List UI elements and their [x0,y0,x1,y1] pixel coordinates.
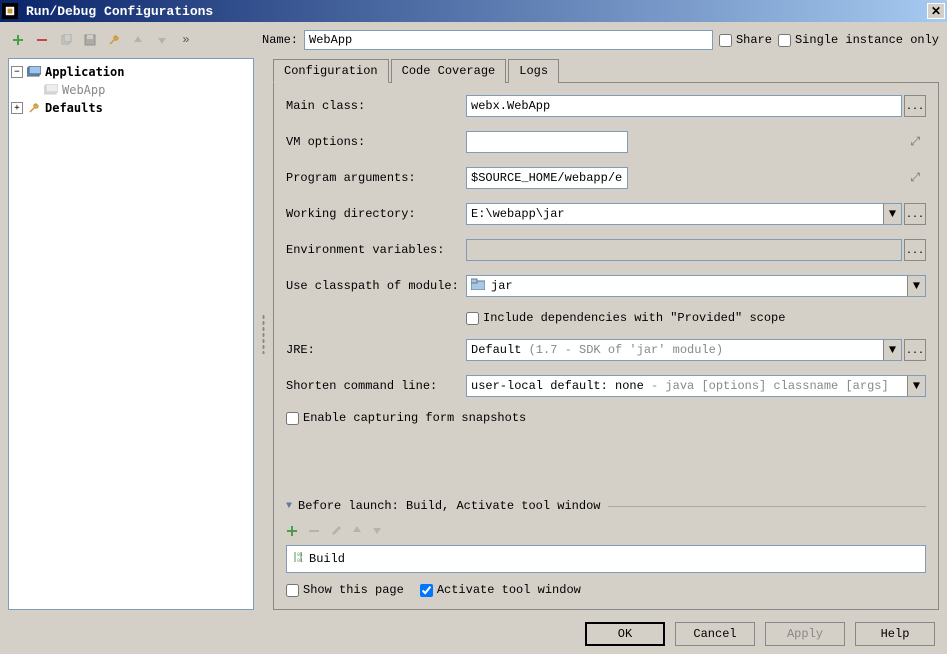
shorten-label: Shorten command line: [286,379,466,393]
ok-button[interactable]: OK [585,622,665,646]
tree-node-application[interactable]: − Application [11,63,251,81]
env-vars-label: Environment variables: [286,243,466,257]
main-class-input[interactable] [466,95,902,117]
expand-icon[interactable]: ⤢ [910,135,920,149]
svg-text:01: 01 [297,558,303,564]
program-args-input[interactable] [466,167,628,189]
help-button[interactable]: Help [855,622,935,646]
window-title: Run/Debug Configurations [24,4,927,19]
vm-options-label: VM options: [286,135,466,149]
tab-logs[interactable]: Logs [508,59,559,83]
edit-task-button[interactable] [330,525,342,541]
app-icon [2,3,18,19]
name-input[interactable] [304,30,713,50]
tabs: Configuration Code Coverage Logs [273,58,939,83]
list-item[interactable]: 0101 Build [291,550,921,568]
working-dir-input[interactable]: E:\webapp\jar▼ [466,203,902,225]
titlebar: Run/Debug Configurations ✕ [0,0,947,22]
before-launch-toolbar [286,521,926,545]
expand-icon[interactable]: + [11,102,23,114]
collapse-arrow-icon[interactable]: ▼ [286,501,292,512]
browse-button[interactable]: ... [904,203,926,225]
add-config-button[interactable] [8,30,28,50]
move-down-button[interactable] [152,30,172,50]
more-button[interactable]: » [176,30,196,50]
main-class-label: Main class: [286,99,466,113]
apply-button[interactable]: Apply [765,622,845,646]
browse-button[interactable]: ... [904,239,926,261]
include-deps-checkbox[interactable]: Include dependencies with "Provided" sco… [466,311,785,325]
application-icon [43,82,59,98]
build-icon: 0101 [291,550,305,568]
tree-node-defaults[interactable]: + Defaults [11,99,251,117]
tree-node-webapp[interactable]: WebApp [11,81,251,99]
activate-window-checkbox[interactable]: Activate tool window [420,583,581,597]
classpath-label: Use classpath of module: [286,279,466,293]
application-icon [26,64,42,80]
wrench-icon [26,100,42,116]
share-checkbox[interactable]: Share [719,33,772,47]
single-instance-checkbox[interactable]: Single instance only [778,33,939,47]
copy-config-button[interactable] [56,30,76,50]
config-toolbar: » [8,30,258,50]
tree-label: WebApp [62,83,105,97]
chevron-down-icon[interactable]: ▼ [883,340,901,360]
move-up-button[interactable] [352,525,362,541]
collapse-icon[interactable]: − [11,66,23,78]
tree-label: Application [45,65,124,79]
save-config-button[interactable] [80,30,100,50]
wrench-button[interactable] [104,30,124,50]
jre-combo[interactable]: Default (1.7 - SDK of 'jar' module)▼ [466,339,902,361]
tab-code-coverage[interactable]: Code Coverage [391,59,507,83]
browse-button[interactable]: ... [904,95,926,117]
chevron-down-icon[interactable]: ▼ [883,204,901,224]
add-task-button[interactable] [286,525,298,541]
name-label: Name: [262,33,298,47]
remove-task-button[interactable] [308,525,320,541]
remove-config-button[interactable] [32,30,52,50]
config-tree[interactable]: − Application WebApp + Defaults [8,58,254,610]
show-page-checkbox[interactable]: Show this page [286,583,404,597]
chevron-down-icon[interactable]: ▼ [907,276,925,296]
tree-label: Defaults [45,101,103,115]
close-button[interactable]: ✕ [927,3,945,19]
expand-icon[interactable]: ⤢ [910,171,920,185]
before-launch-list[interactable]: 0101 Build [286,545,926,573]
enable-capturing-checkbox[interactable]: Enable capturing form snapshots [286,411,926,425]
shorten-combo[interactable]: user-local default: none - java [options… [466,375,926,397]
browse-button[interactable]: ... [904,339,926,361]
classpath-combo[interactable]: jar ▼ [466,275,926,297]
vm-options-input[interactable] [466,131,628,153]
splitter[interactable] [262,58,265,610]
cancel-button[interactable]: Cancel [675,622,755,646]
working-dir-label: Working directory: [286,207,466,221]
jre-label: JRE: [286,343,466,357]
module-icon [471,278,487,294]
before-launch-section[interactable]: ▼ Before launch: Build, Activate tool wi… [286,499,926,513]
dialog-footer: OK Cancel Apply Help [8,610,939,646]
tab-configuration[interactable]: Configuration [273,59,389,83]
chevron-down-icon[interactable]: ▼ [907,376,925,396]
move-down-button[interactable] [372,525,382,541]
move-up-button[interactable] [128,30,148,50]
program-args-label: Program arguments: [286,171,466,185]
env-vars-input[interactable] [466,239,902,261]
